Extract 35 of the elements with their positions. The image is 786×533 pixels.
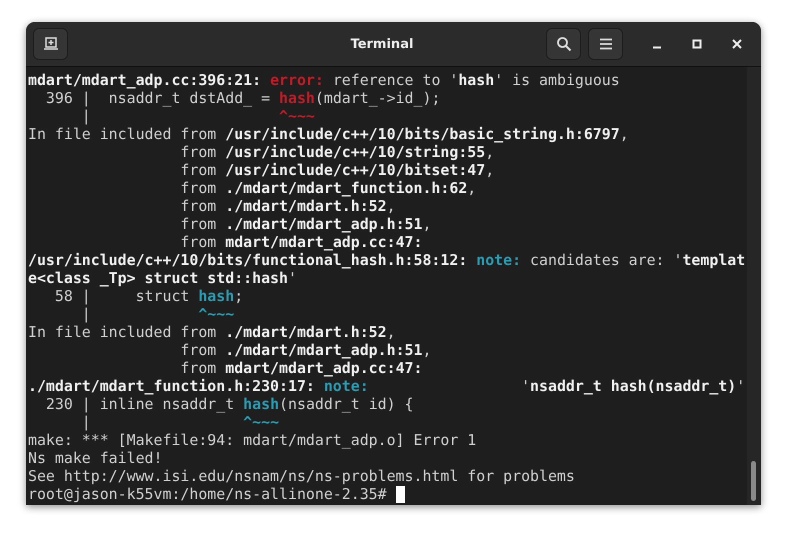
terminal-line: mdart/mdart_adp.cc:396:21: error: reference to 'hash' is ambiguous <box>28 71 620 89</box>
terminal-line: 396 | nsaddr_t dstAdd_ = hash(mdart_->id_); <box>44 89 440 107</box>
terminal-line: from mdart/mdart_adp.cc:47: <box>179 359 422 377</box>
maximize-icon[interactable] <box>692 39 702 49</box>
new-tab-icon <box>42 36 58 52</box>
window-title: Terminal <box>350 36 414 52</box>
terminal-line: /usr/include/c++/10/bits/functional_hash.h:58:12: note: candidates are: 'templat <box>28 251 746 269</box>
menu-icon <box>598 38 612 50</box>
terminal-line: from /usr/include/c++/10/bitset:47, <box>179 161 494 179</box>
terminal-line: ./mdart/mdart_function.h:230:17: note: 'nsaddr_t hash(nsaddr_t)' <box>28 377 746 395</box>
terminal-line: 58 | struct hash; <box>54 287 244 305</box>
menu-button[interactable] <box>588 28 623 60</box>
terminal-line: Ns make failed! <box>28 449 162 467</box>
terminal-line: 230 | inline nsaddr_t hash(nsaddr_t id) { <box>44 395 414 413</box>
scrollbar-thumb[interactable] <box>751 461 756 501</box>
terminal-line: root@jason-k55vm:/home/ns-allinone-2.35# <box>28 485 388 503</box>
close-icon[interactable] <box>732 39 742 49</box>
search-icon <box>556 36 572 52</box>
terminal-line: In file included from ./mdart/mdart.h:52, <box>28 323 396 341</box>
terminal-line: from mdart/mdart_adp.cc:47: <box>179 233 422 251</box>
terminal-line: from ./mdart/mdart.h:52, <box>179 197 396 215</box>
terminal-line: make: *** [Makefile:94: mdart/mdart_adp.o] Error 1 <box>28 431 476 449</box>
terminal-line: from ./mdart/mdart_adp.h:51, <box>179 341 432 359</box>
terminal-line: | ^~~~ <box>80 107 315 125</box>
terminal-line: from /usr/include/c++/10/string:55, <box>179 143 494 161</box>
terminal-line: from ./mdart/mdart_function.h:62, <box>179 179 476 197</box>
terminal-line: | ^~~~ <box>80 305 234 323</box>
terminal-line: | ^~~~ <box>80 413 280 431</box>
terminal-line: from ./mdart/mdart_adp.h:51, <box>179 215 432 233</box>
new-tab-button[interactable] <box>33 28 68 60</box>
text-cursor <box>396 486 405 502</box>
terminal-line: In file included from /usr/include/c++/10/bits/basic_string.h:6797, <box>28 125 629 143</box>
terminal-line: e<class _Tp> struct std::hash' <box>28 269 297 287</box>
terminal-line: See http://www.isi.edu/nsnam/ns/ns-problems.html for problems <box>28 467 575 485</box>
search-button[interactable] <box>546 28 581 60</box>
